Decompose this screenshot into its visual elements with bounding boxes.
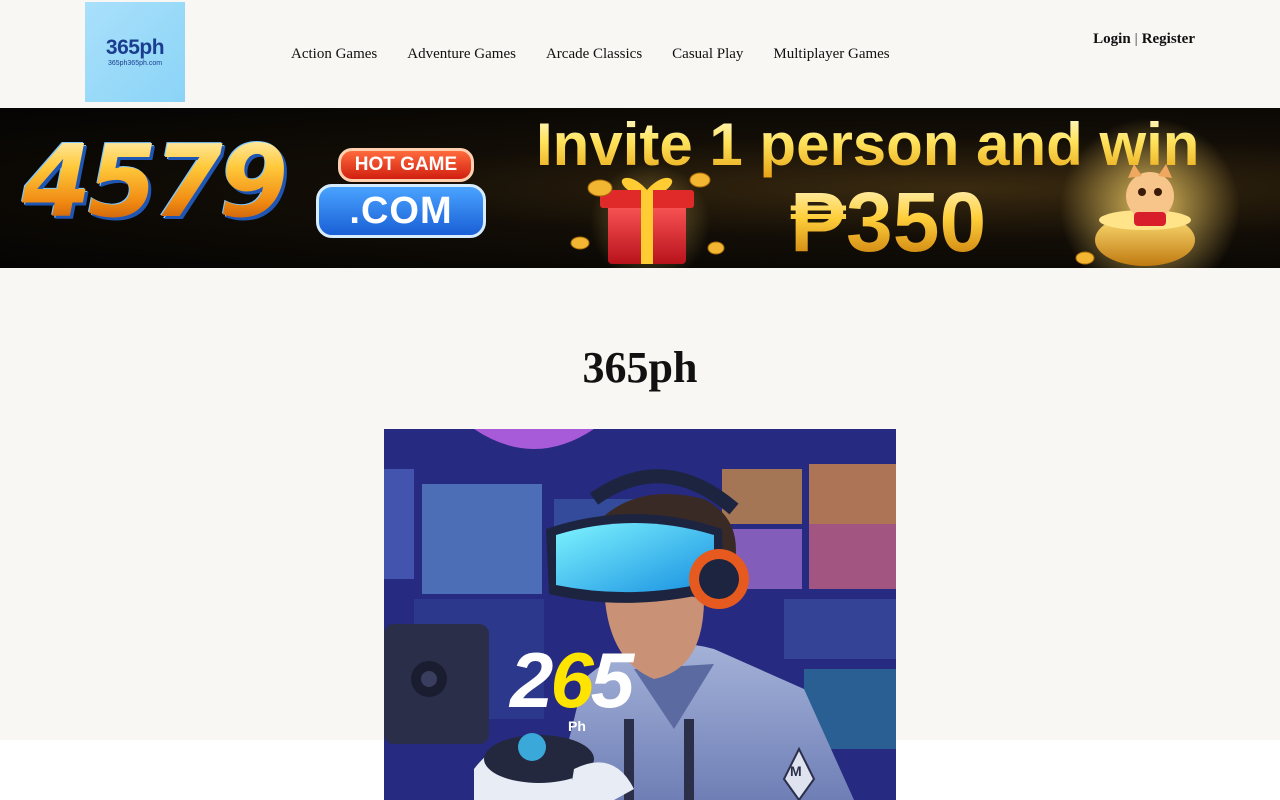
main-nav: Action Games Adventure Games Arcade Clas… — [276, 44, 905, 64]
promo-banner[interactable]: 4579 HOT GAME .COM Invite 1 person and w… — [0, 108, 1280, 268]
nav-item-casual-play[interactable]: Casual Play — [657, 44, 758, 64]
hero-suffix: Ph — [568, 718, 586, 734]
nav-item-arcade-classics[interactable]: Arcade Classics — [531, 44, 657, 64]
auth-separator: | — [1134, 31, 1138, 47]
banner-headline: Invite 1 person and win — [536, 111, 1200, 178]
nav-item-action-games[interactable]: Action Games — [276, 44, 392, 64]
hero-number-mid: 6 — [550, 636, 593, 724]
hero-number-left: 2 — [510, 636, 553, 724]
nav-item-adventure-games[interactable]: Adventure Games — [392, 44, 531, 64]
login-link[interactable]: Login — [1093, 31, 1131, 47]
shirt-mark: M — [790, 763, 802, 779]
logo-text: 365ph — [105, 36, 165, 59]
banner-domain: .COM — [316, 184, 486, 238]
logo-domain: 365ph365ph.com — [107, 60, 163, 67]
register-link[interactable]: Register — [1142, 31, 1195, 47]
auth-links: Login | Register — [1093, 29, 1195, 49]
banner-amount: ₱350 — [790, 175, 987, 268]
hero-illustration — [384, 429, 896, 800]
hero-number: 265 — [510, 641, 634, 719]
hero-image[interactable]: 265 Ph M — [384, 429, 896, 800]
site-header: 365ph 365ph365ph.com Action Games Advent… — [0, 0, 1280, 108]
gift-box-icon — [600, 177, 694, 264]
hero-number-right: 5 — [590, 636, 634, 724]
page-title: 365ph — [582, 343, 698, 392]
banner-hot-label: HOT GAME — [338, 148, 474, 182]
nav-item-multiplayer-games[interactable]: Multiplayer Games — [758, 44, 904, 64]
banner-number: 4579 — [22, 123, 288, 240]
site-logo[interactable]: 365ph 365ph365ph.com — [85, 2, 185, 102]
